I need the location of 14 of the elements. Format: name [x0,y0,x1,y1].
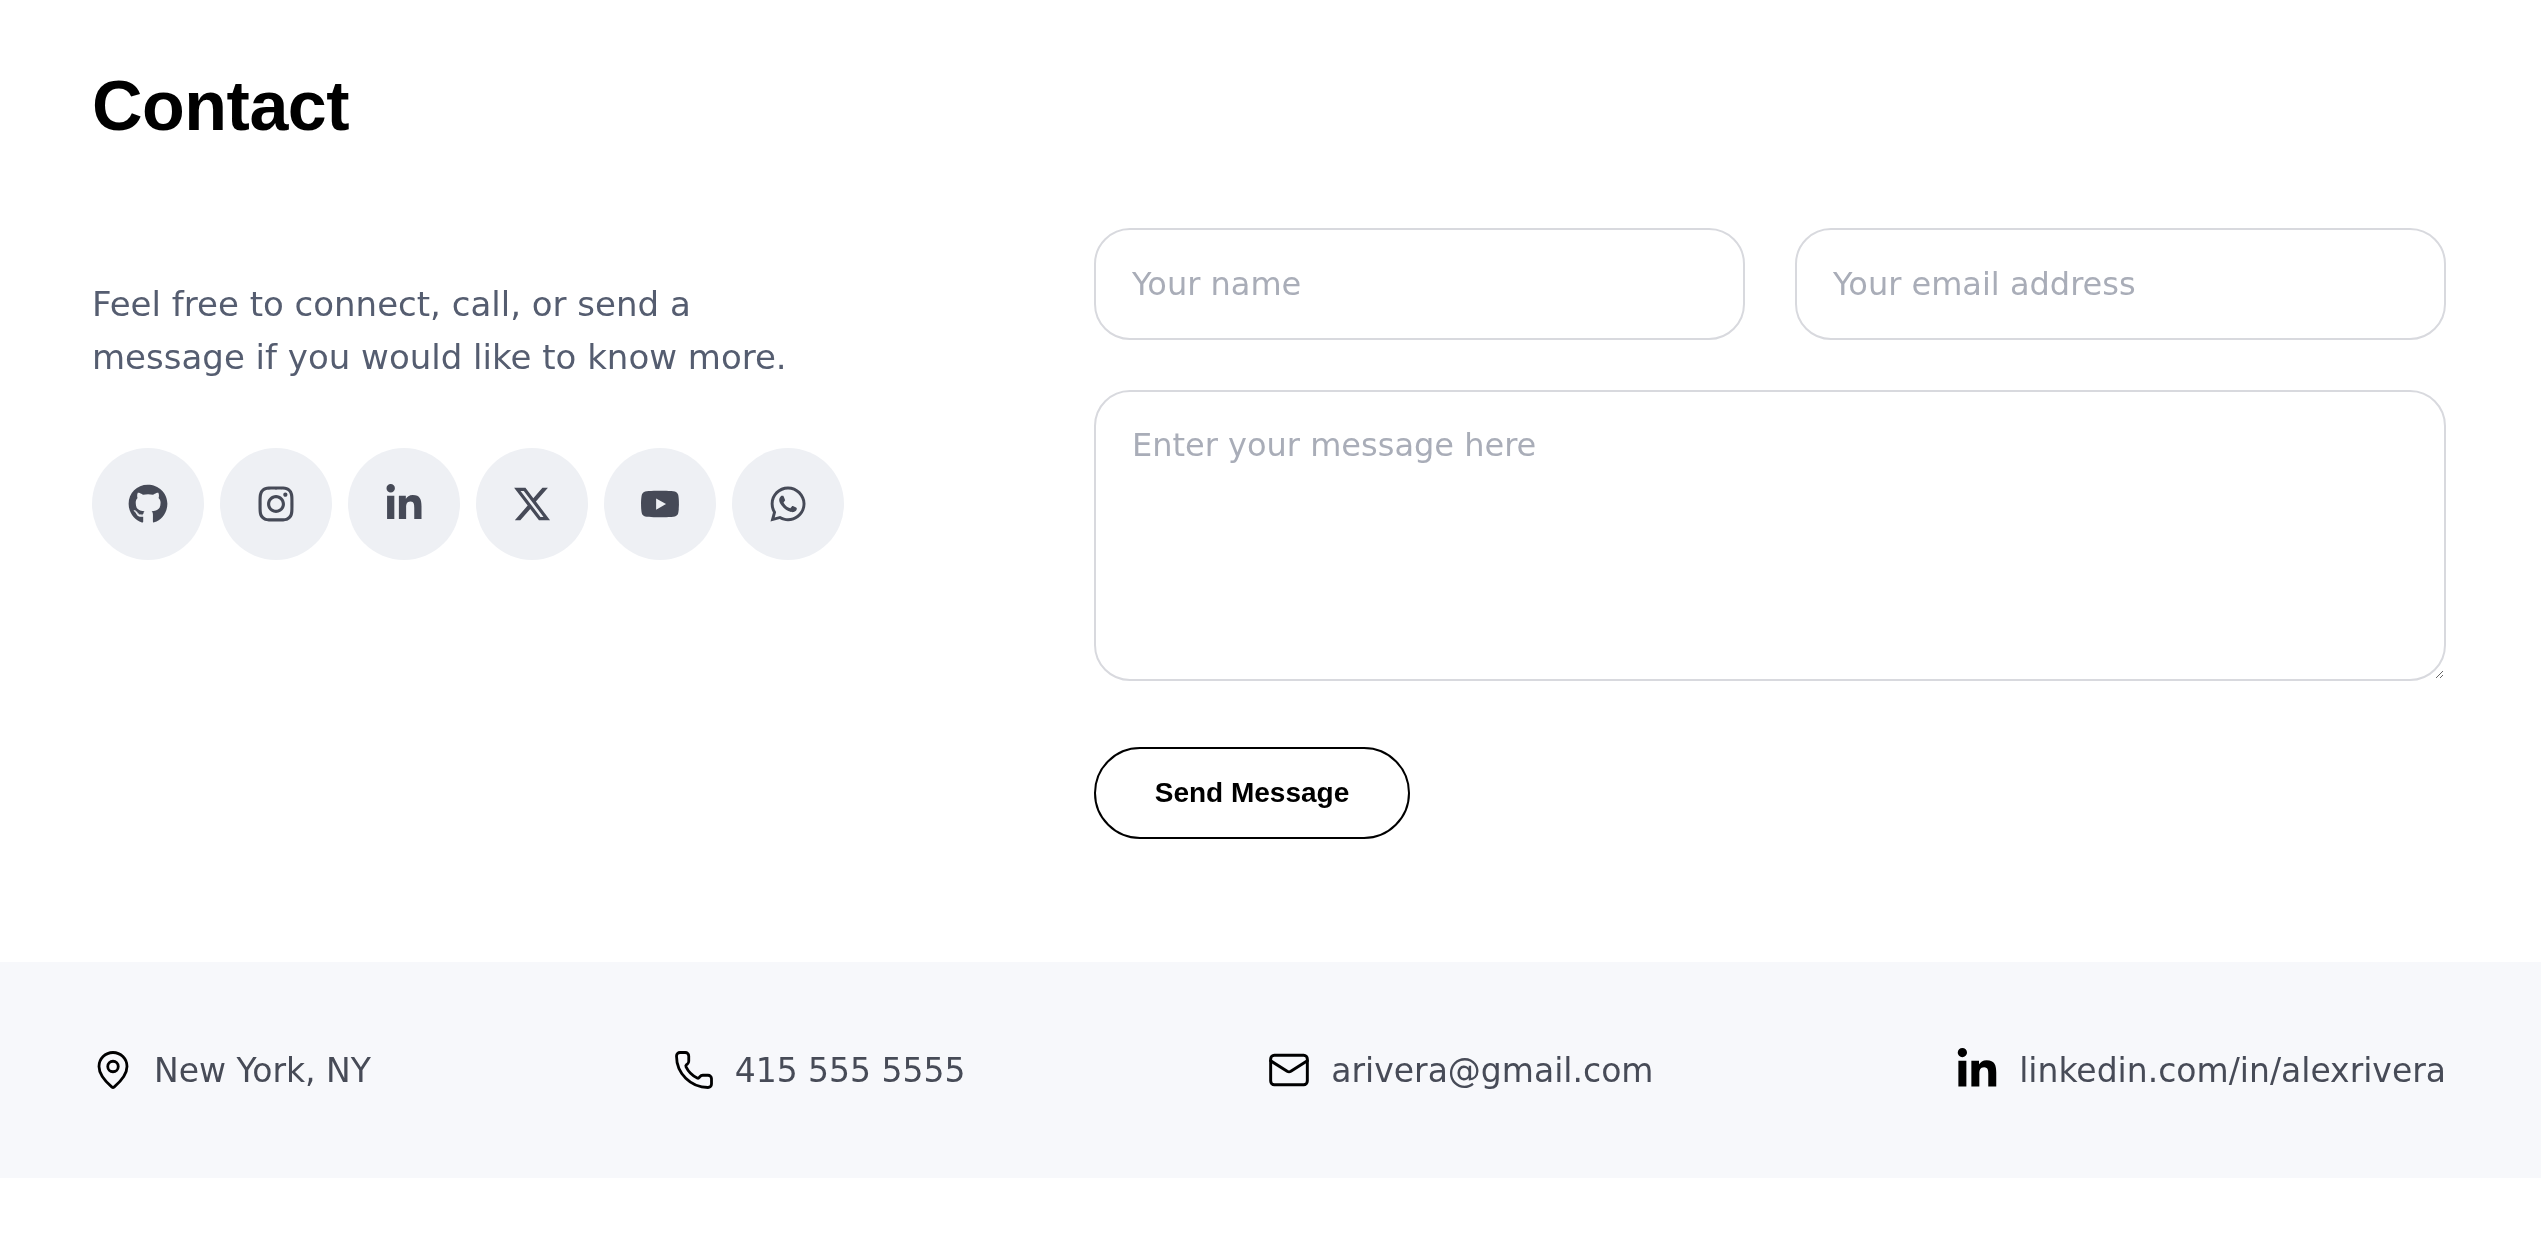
send-message-button[interactable]: Send Message [1094,747,1410,839]
github-icon [128,484,168,524]
page-title: Contact [92,66,351,147]
intro-text: Feel free to connect, call, or send a message if you would like to know more. [92,283,788,379]
email-field[interactable]: Your email address [1795,228,2446,340]
contact-text: New York, NY [154,1050,371,1090]
phone-icon [672,1049,715,1091]
contact-text: linkedin.com/in/alexrivera [2019,1050,2446,1090]
name-field[interactable]: Your name [1094,228,1745,340]
message-field[interactable]: Enter your message here [1094,390,2446,681]
instagram-icon [256,484,296,524]
contact-text: 415 555 5555 [734,1050,966,1090]
whatsapp-icon [768,484,808,524]
contact-text: arivera@gmail.com [1331,1050,1654,1090]
